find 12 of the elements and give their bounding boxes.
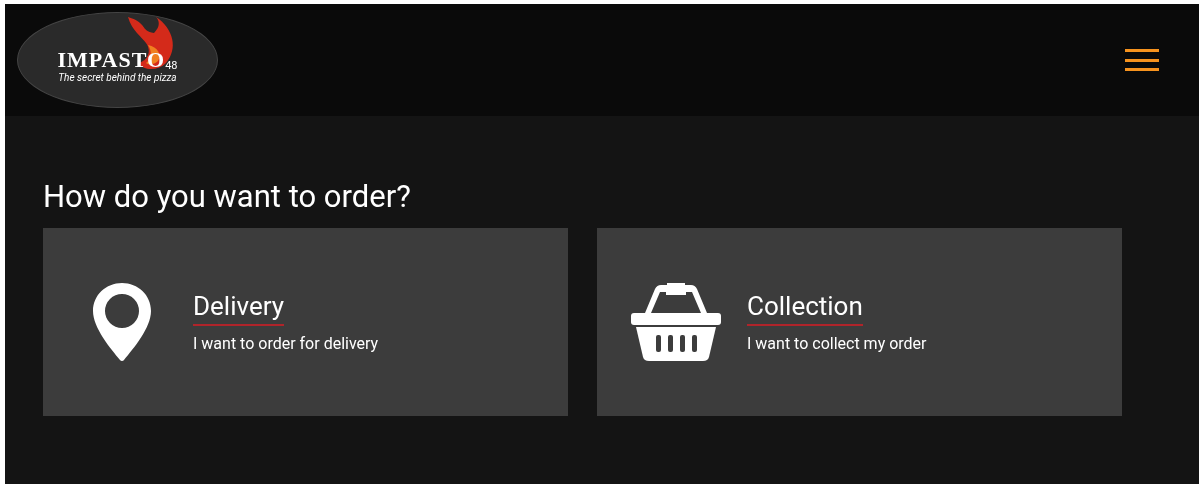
map-pin-icon	[93, 283, 151, 361]
order-option-card[interactable]: Collection I want to collect my order	[597, 228, 1122, 416]
basket-icon	[631, 283, 721, 361]
logo-tagline: The secret behind the pizza	[58, 73, 177, 83]
option-title: Delivery	[193, 290, 285, 326]
option-subtitle: I want to collect my order	[747, 334, 927, 354]
option-subtitle: I want to order for delivery	[193, 334, 379, 354]
page-heading: How do you want to order?	[43, 179, 412, 215]
option-title: Collection	[747, 290, 863, 326]
logo-number: 48	[165, 60, 178, 71]
order-option-card[interactable]: Delivery I want to order for delivery	[43, 228, 568, 416]
menu-icon[interactable]	[1125, 49, 1159, 71]
